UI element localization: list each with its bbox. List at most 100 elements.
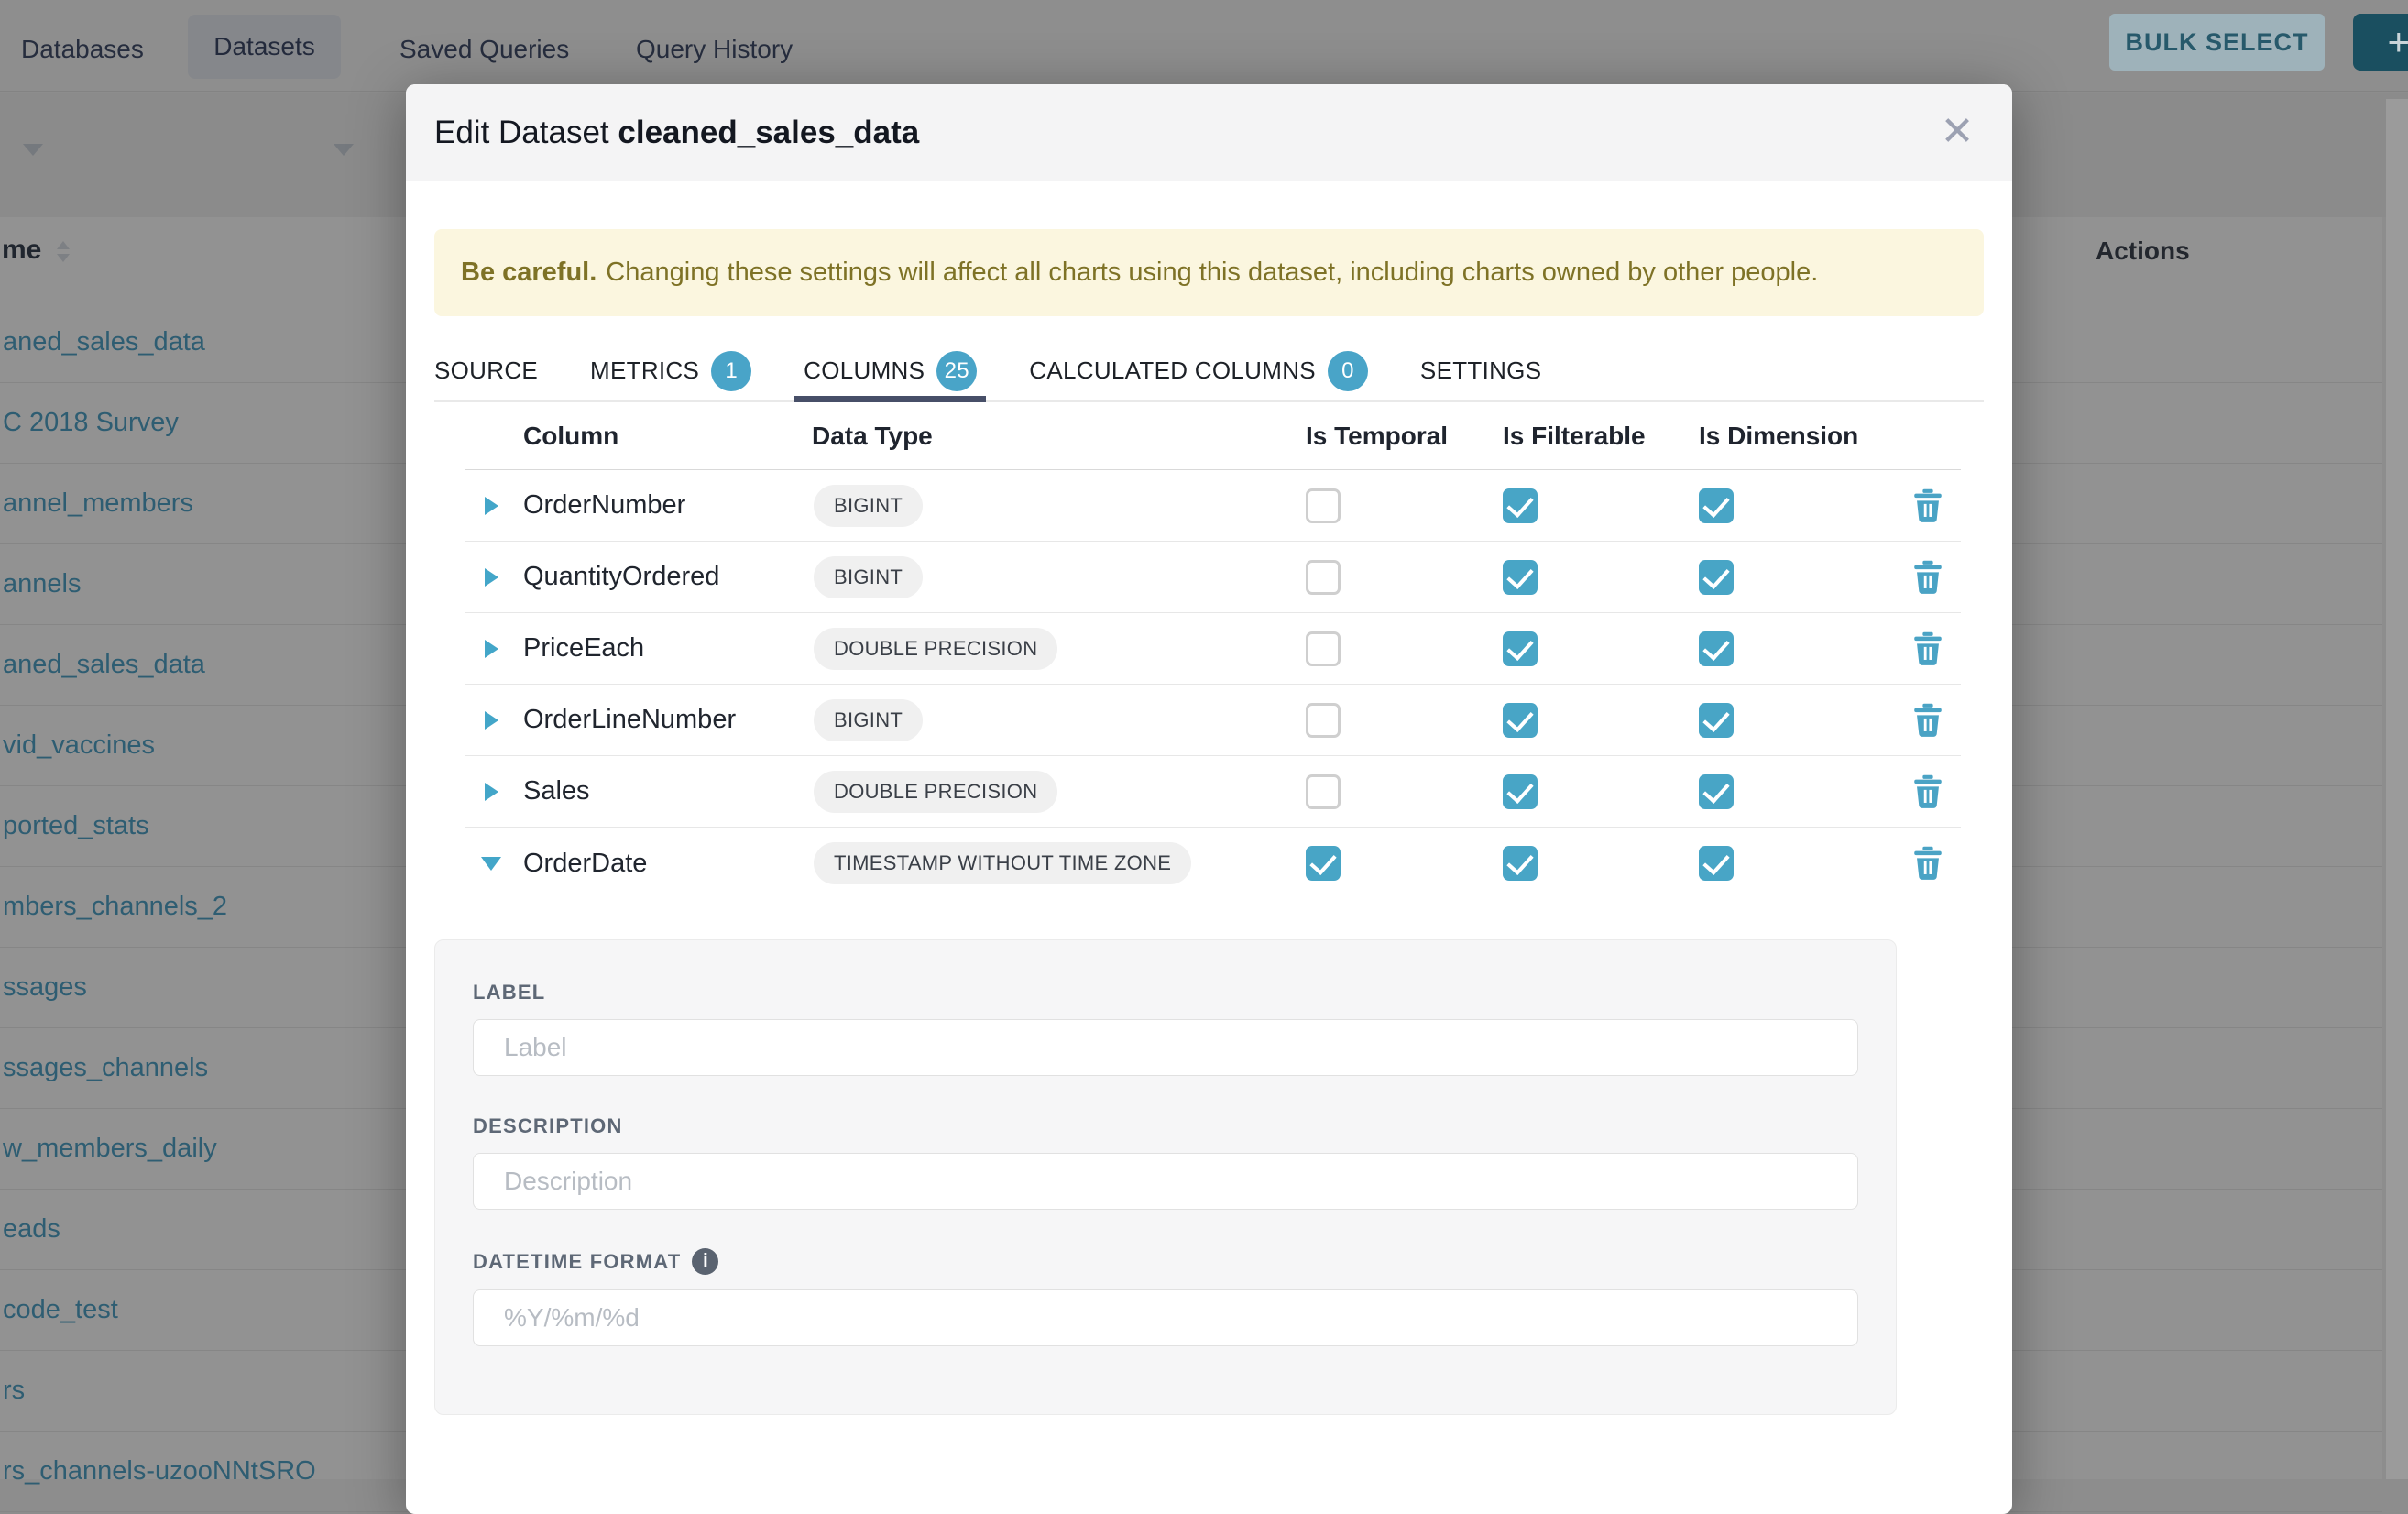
nav-tab-query-history[interactable]: Query History	[636, 35, 793, 64]
nav-tab-databases[interactable]: Databases	[21, 35, 144, 64]
add-dataset-button[interactable]: +	[2353, 14, 2408, 71]
info-icon[interactable]: i	[692, 1248, 718, 1275]
modal-header: Edit Dataset cleaned_sales_data	[406, 84, 2012, 181]
is-dimension-checkbox[interactable]	[1699, 846, 1734, 881]
is-filterable-checkbox[interactable]	[1503, 774, 1538, 809]
tab-metrics[interactable]: METRICS1	[590, 341, 751, 400]
table-row: Sales DOUBLE PRECISION	[465, 756, 1961, 828]
tab-source[interactable]: SOURCE	[434, 341, 538, 400]
is-filterable-checkbox[interactable]	[1503, 631, 1538, 666]
datetime-format-input[interactable]	[473, 1289, 1858, 1346]
top-nav: Databases Datasets Saved Queries Query H…	[0, 0, 2408, 92]
table-row: OrderDate TIMESTAMP WITHOUT TIME ZONE	[465, 828, 1961, 899]
dataset-link[interactable]: C 2018 Survey	[0, 408, 179, 438]
chevron-down-icon[interactable]	[23, 144, 43, 156]
column-name: PriceEach	[513, 633, 804, 664]
expand-caret-icon[interactable]	[485, 711, 498, 730]
table-row: QuantityOrdered BIGINT	[465, 542, 1961, 613]
is-temporal-header: Is Temporal	[1306, 422, 1503, 451]
warning-bold-text: Be careful.	[461, 258, 597, 288]
delete-icon[interactable]	[1912, 488, 1943, 523]
is-dimension-checkbox[interactable]	[1699, 703, 1734, 738]
data-type-pill: TIMESTAMP WITHOUT TIME ZONE	[814, 842, 1191, 884]
description-field-label: DESCRIPTION	[473, 1114, 1858, 1138]
table-row: PriceEach DOUBLE PRECISION	[465, 613, 1961, 685]
is-filterable-header: Is Filterable	[1503, 422, 1699, 451]
dataset-link[interactable]: ssages_channels	[0, 1053, 208, 1083]
description-input[interactable]	[473, 1153, 1858, 1210]
name-column-header[interactable]: me	[2, 235, 41, 266]
dataset-link[interactable]: w_members_daily	[0, 1134, 217, 1164]
column-name: OrderDate	[513, 849, 804, 879]
tab-columns[interactable]: COLUMNS25	[804, 341, 977, 400]
delete-icon[interactable]	[1912, 631, 1943, 666]
delete-icon[interactable]	[1912, 846, 1943, 881]
calculated-columns-count-badge: 0	[1328, 351, 1368, 391]
chevron-down-icon[interactable]	[334, 144, 354, 156]
is-dimension-checkbox[interactable]	[1699, 631, 1734, 666]
is-temporal-checkbox[interactable]	[1306, 488, 1341, 523]
warning-text: Changing these settings will affect all …	[606, 258, 1818, 288]
dataset-link[interactable]: annels	[0, 569, 81, 599]
column-name: OrderNumber	[513, 490, 804, 521]
columns-count-badge: 25	[936, 351, 977, 391]
dataset-link[interactable]: annel_members	[0, 488, 193, 519]
scrollbar[interactable]	[2386, 99, 2408, 1479]
sort-icon[interactable]	[57, 241, 70, 262]
plus-icon: +	[2387, 20, 2408, 64]
is-temporal-checkbox[interactable]	[1306, 846, 1341, 881]
expand-caret-icon[interactable]	[485, 783, 498, 801]
column-name: Sales	[513, 776, 804, 806]
modal-title: Edit Dataset cleaned_sales_data	[434, 115, 919, 151]
tab-settings[interactable]: SETTINGS	[1420, 341, 1541, 400]
bulk-select-button[interactable]: BULK SELECT	[2109, 14, 2325, 71]
is-filterable-checkbox[interactable]	[1503, 560, 1538, 595]
expand-caret-icon[interactable]	[485, 568, 498, 587]
actions-column-header: Actions	[2096, 236, 2190, 266]
nav-tab-saved-queries[interactable]: Saved Queries	[400, 35, 569, 64]
dataset-link[interactable]: ssages	[0, 972, 87, 1003]
dataset-link[interactable]: mbers_channels_2	[0, 892, 227, 922]
warning-banner: Be careful. Changing these settings will…	[434, 229, 1984, 316]
expand-caret-icon[interactable]	[485, 497, 498, 515]
is-temporal-checkbox[interactable]	[1306, 703, 1341, 738]
dataset-link[interactable]: code_test	[0, 1295, 118, 1325]
column-name: QuantityOrdered	[513, 562, 804, 592]
collapse-caret-icon[interactable]	[481, 857, 501, 871]
is-filterable-checkbox[interactable]	[1503, 703, 1538, 738]
nav-tab-datasets[interactable]: Datasets	[188, 15, 341, 79]
label-input[interactable]	[473, 1019, 1858, 1076]
dataset-link[interactable]: eads	[0, 1214, 60, 1245]
dataset-link[interactable]: vid_vaccines	[0, 730, 155, 761]
is-dimension-checkbox[interactable]	[1699, 774, 1734, 809]
modal-body: Be careful. Changing these settings will…	[406, 229, 2012, 1415]
is-temporal-checkbox[interactable]	[1306, 774, 1341, 809]
is-temporal-checkbox[interactable]	[1306, 560, 1341, 595]
close-icon[interactable]: ✕	[1930, 104, 1985, 159]
dataset-link[interactable]: rs_channels-uzooNNtSRO	[0, 1456, 316, 1487]
tab-calculated-columns[interactable]: CALCULATED COLUMNS0	[1029, 341, 1368, 400]
column-header: Column	[513, 422, 804, 451]
label-field-label: LABEL	[473, 981, 1858, 1004]
description-field-group: DESCRIPTION	[473, 1114, 1858, 1210]
expand-caret-icon[interactable]	[485, 640, 498, 658]
dataset-name: cleaned_sales_data	[618, 115, 919, 150]
delete-icon[interactable]	[1912, 774, 1943, 809]
data-type-pill: DOUBLE PRECISION	[814, 771, 1057, 813]
column-detail-panel: LABEL DESCRIPTION DATETIME FORMAT i	[434, 939, 1897, 1415]
is-dimension-checkbox[interactable]	[1699, 488, 1734, 523]
dataset-link[interactable]: ported_stats	[0, 811, 149, 841]
delete-icon[interactable]	[1912, 703, 1943, 738]
dataset-link[interactable]: aned_sales_data	[0, 327, 205, 357]
datetime-format-field-label: DATETIME FORMAT i	[473, 1248, 1858, 1275]
is-dimension-checkbox[interactable]	[1699, 560, 1734, 595]
metrics-count-badge: 1	[711, 351, 751, 391]
dataset-link[interactable]: rs	[0, 1376, 25, 1406]
is-temporal-checkbox[interactable]	[1306, 631, 1341, 666]
data-type-header: Data Type	[804, 422, 1306, 451]
table-row: OrderLineNumber BIGINT	[465, 685, 1961, 756]
dataset-link[interactable]: aned_sales_data	[0, 650, 205, 680]
delete-icon[interactable]	[1912, 560, 1943, 595]
is-filterable-checkbox[interactable]	[1503, 846, 1538, 881]
is-filterable-checkbox[interactable]	[1503, 488, 1538, 523]
